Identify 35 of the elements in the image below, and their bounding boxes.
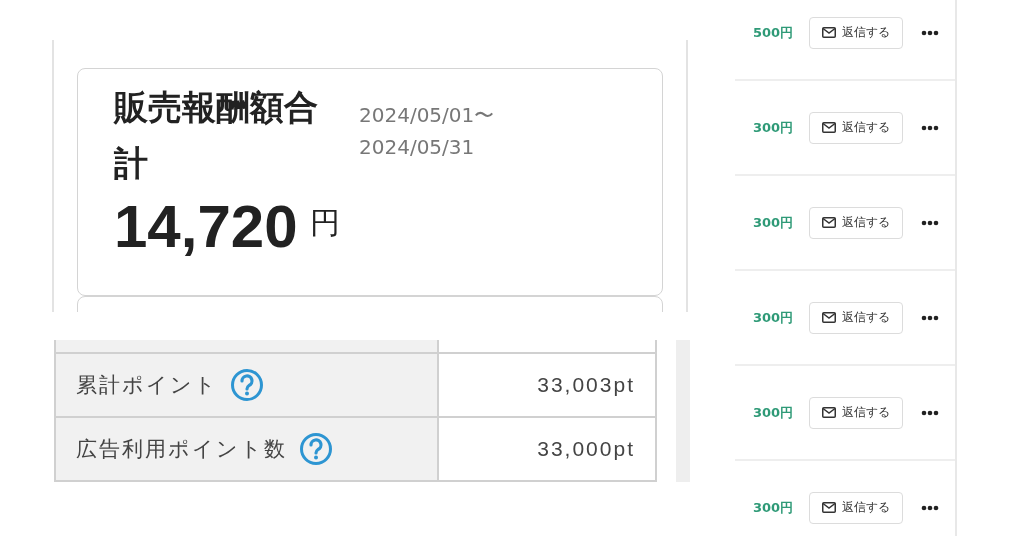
more-icon[interactable] [921, 124, 939, 131]
reply-button[interactable]: 返信する [809, 396, 903, 429]
period-end: 2024/05/31 [359, 134, 476, 161]
mail-icon [822, 502, 836, 513]
total-amount: 14,720 [114, 192, 298, 262]
price: 300円 [753, 403, 795, 422]
mail-icon [822, 122, 836, 133]
more-icon[interactable] [921, 29, 939, 36]
price: 500円 [753, 23, 795, 42]
more-icon[interactable] [921, 504, 939, 511]
reply-button[interactable]: 返信する [809, 111, 903, 144]
help-icon[interactable] [299, 432, 333, 466]
mail-icon [822, 407, 836, 418]
price: 300円 [753, 213, 795, 232]
help-icon[interactable] [230, 368, 264, 402]
period-start: 2024/05/01〜 [359, 102, 495, 129]
point-value: 33,003pt [438, 353, 656, 417]
mail-icon [822, 27, 836, 38]
price: 300円 [753, 498, 795, 517]
reply-button[interactable]: 返信する [809, 301, 903, 334]
mail-icon [822, 312, 836, 323]
mail-icon [822, 217, 836, 228]
more-icon[interactable] [921, 314, 939, 321]
currency-unit: 円 [309, 204, 340, 242]
point-value: 33,000pt [438, 417, 656, 481]
reply-button[interactable]: 返信する [809, 16, 903, 49]
price: 300円 [753, 308, 795, 327]
more-icon[interactable] [921, 219, 939, 226]
row-label: 累計ポイント [76, 372, 218, 399]
more-icon[interactable] [921, 409, 939, 416]
card-title: 販売報酬額合計 [114, 86, 319, 185]
row-label: 広告利用ポイント数 [76, 436, 287, 463]
price: 300円 [753, 118, 795, 137]
reply-button[interactable]: 返信する [809, 206, 903, 239]
reply-button[interactable]: 返信する [809, 491, 903, 524]
